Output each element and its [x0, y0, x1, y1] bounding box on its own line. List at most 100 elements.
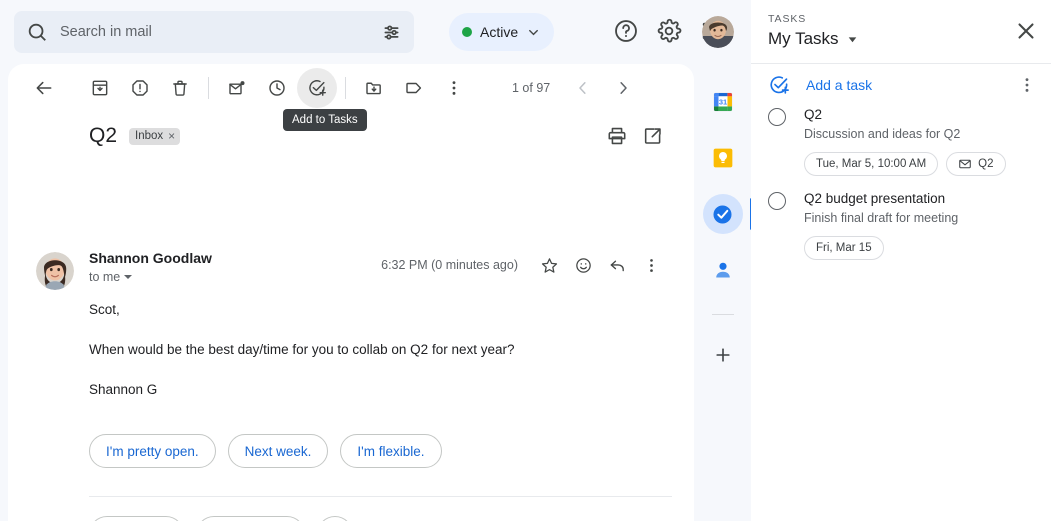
search-icon	[28, 23, 46, 41]
task-due-chip[interactable]: Fri, Mar 15	[804, 236, 884, 261]
add-task-icon	[770, 76, 789, 94]
task-list-selector[interactable]: My Tasks	[768, 29, 859, 49]
body-line: Scot,	[89, 302, 120, 317]
archive-button[interactable]	[80, 68, 120, 108]
caret-down-icon	[124, 275, 133, 279]
toolbar-divider	[208, 77, 209, 99]
archive-icon	[92, 80, 108, 96]
status-pill[interactable]: Active	[449, 13, 555, 51]
top-bar: Active	[0, 0, 751, 64]
labels-button[interactable]	[394, 68, 434, 108]
task-title: Q2	[804, 107, 823, 122]
task-email-chip[interactable]: Q2	[946, 152, 1006, 177]
google-calendar-icon: 31	[713, 92, 732, 112]
back-button[interactable]	[24, 68, 64, 108]
move-to-folder-icon	[366, 82, 381, 95]
task-list-name: My Tasks	[768, 29, 839, 48]
left-strip	[0, 64, 8, 521]
forward-button[interactable]: Forward	[195, 516, 306, 521]
sender-avatar[interactable]	[36, 252, 74, 290]
mark-unread-button[interactable]	[217, 68, 257, 108]
pagination-label: 1 of 97	[512, 81, 551, 95]
add-to-tasks-button[interactable]	[297, 68, 337, 108]
add-to-tasks-icon	[309, 80, 326, 96]
more-vert-icon[interactable]	[1017, 75, 1037, 95]
message-more-button[interactable]	[636, 250, 666, 280]
smart-reply-chip-1[interactable]: I'm pretty open.	[89, 434, 216, 468]
chevron-down-icon	[529, 29, 539, 35]
task-item[interactable]: Q2 budget presentation Finish final draf…	[751, 190, 1051, 261]
label-icon	[406, 82, 422, 94]
task-description: Discussion and ideas for Q2	[804, 127, 961, 142]
chevron-left-icon	[579, 82, 586, 94]
task-due-text: Tue, Mar 5, 10:00 AM	[816, 158, 927, 171]
open-in-new-icon[interactable]	[642, 125, 664, 147]
clock-icon	[269, 80, 285, 96]
chevron-down-icon	[848, 36, 856, 42]
recipient-label: to me	[89, 270, 121, 284]
emoji-react-button[interactable]	[317, 516, 354, 521]
add-task-label[interactable]: Add a task	[806, 77, 872, 93]
add-task-row[interactable]: Add a task	[751, 70, 1051, 100]
task-due-text: Fri, Mar 15	[816, 242, 872, 255]
mail-pane: 1 of 97 Q2 Inbox × Shannon Goodlaw to me…	[8, 64, 694, 521]
plus-icon	[715, 348, 730, 362]
tasks-panel: TASKS My Tasks Add a task Q2 Discussion …	[751, 0, 1051, 521]
task-list: Q2 Discussion and ideas for Q2 Tue, Mar …	[751, 106, 1051, 274]
svg-text:31: 31	[718, 97, 726, 106]
add-reaction-button[interactable]	[568, 250, 598, 280]
avatar[interactable]	[702, 16, 734, 48]
reply-icon	[610, 260, 624, 271]
rail-divider	[711, 314, 734, 315]
tasks-panel-divider	[751, 63, 1051, 64]
tune-icon[interactable]	[381, 22, 402, 43]
status-dot	[462, 27, 472, 37]
gear-icon[interactable]	[656, 18, 682, 44]
report-spam-button[interactable]	[120, 68, 160, 108]
newer-button[interactable]	[566, 71, 600, 105]
mail-toolbar: 1 of 97	[8, 64, 694, 112]
label-chip[interactable]: Inbox ×	[129, 127, 181, 145]
more-vert-icon	[649, 258, 653, 272]
task-checkbox[interactable]	[768, 108, 786, 126]
rail-item-contacts[interactable]	[703, 250, 743, 290]
label-chip-text: Inbox	[135, 129, 164, 142]
task-due-chip[interactable]: Tue, Mar 5, 10:00 AM	[804, 152, 939, 177]
tasks-panel-header: TASKS My Tasks	[751, 0, 1051, 63]
task-title: Q2 budget presentation	[804, 191, 946, 207]
task-email-text: Q2	[978, 158, 994, 171]
toolbar-divider-2	[345, 77, 346, 99]
recipient-toggle[interactable]: to me	[89, 270, 212, 284]
snooze-button[interactable]	[257, 68, 297, 108]
print-icon[interactable]	[606, 125, 628, 147]
emoji-react-icon	[575, 257, 591, 273]
rail-item-calendar[interactable]: 31	[703, 82, 743, 122]
move-to-button[interactable]	[354, 68, 394, 108]
star-button[interactable]	[534, 250, 564, 280]
sender-name: Shannon Goodlaw	[89, 250, 212, 266]
delete-button[interactable]	[160, 68, 200, 108]
more-options-button[interactable]	[434, 68, 474, 108]
timestamp: 6:32 PM (0 minutes ago)	[381, 258, 518, 272]
more-vert-icon	[452, 81, 456, 95]
close-icon[interactable]	[1013, 18, 1039, 44]
rail-item-tasks[interactable]	[702, 194, 753, 234]
help-circle-icon[interactable]	[613, 18, 639, 44]
search-bar[interactable]	[14, 11, 414, 53]
star-icon	[541, 257, 557, 273]
rail-item-keep[interactable]	[703, 138, 743, 178]
older-button[interactable]	[606, 71, 640, 105]
report-spam-icon	[132, 80, 148, 96]
label-chip-remove[interactable]: ×	[168, 130, 175, 142]
reply-button[interactable]: Reply	[89, 516, 184, 521]
task-checkbox[interactable]	[768, 192, 786, 211]
reply-icon-button[interactable]	[602, 250, 632, 280]
search-input[interactable]	[60, 24, 381, 40]
email-body: Scot, When would be the best day/time fo…	[89, 300, 649, 399]
gmail-window: Active	[0, 0, 1051, 521]
task-item[interactable]: Q2 Discussion and ideas for Q2 Tue, Mar …	[751, 106, 1051, 177]
smart-reply-chip-2[interactable]: Next week.	[227, 434, 329, 468]
page-title: Q2	[89, 124, 118, 147]
smart-reply-chip-3[interactable]: I'm flexible.	[340, 434, 442, 468]
add-app-button[interactable]	[703, 335, 743, 375]
